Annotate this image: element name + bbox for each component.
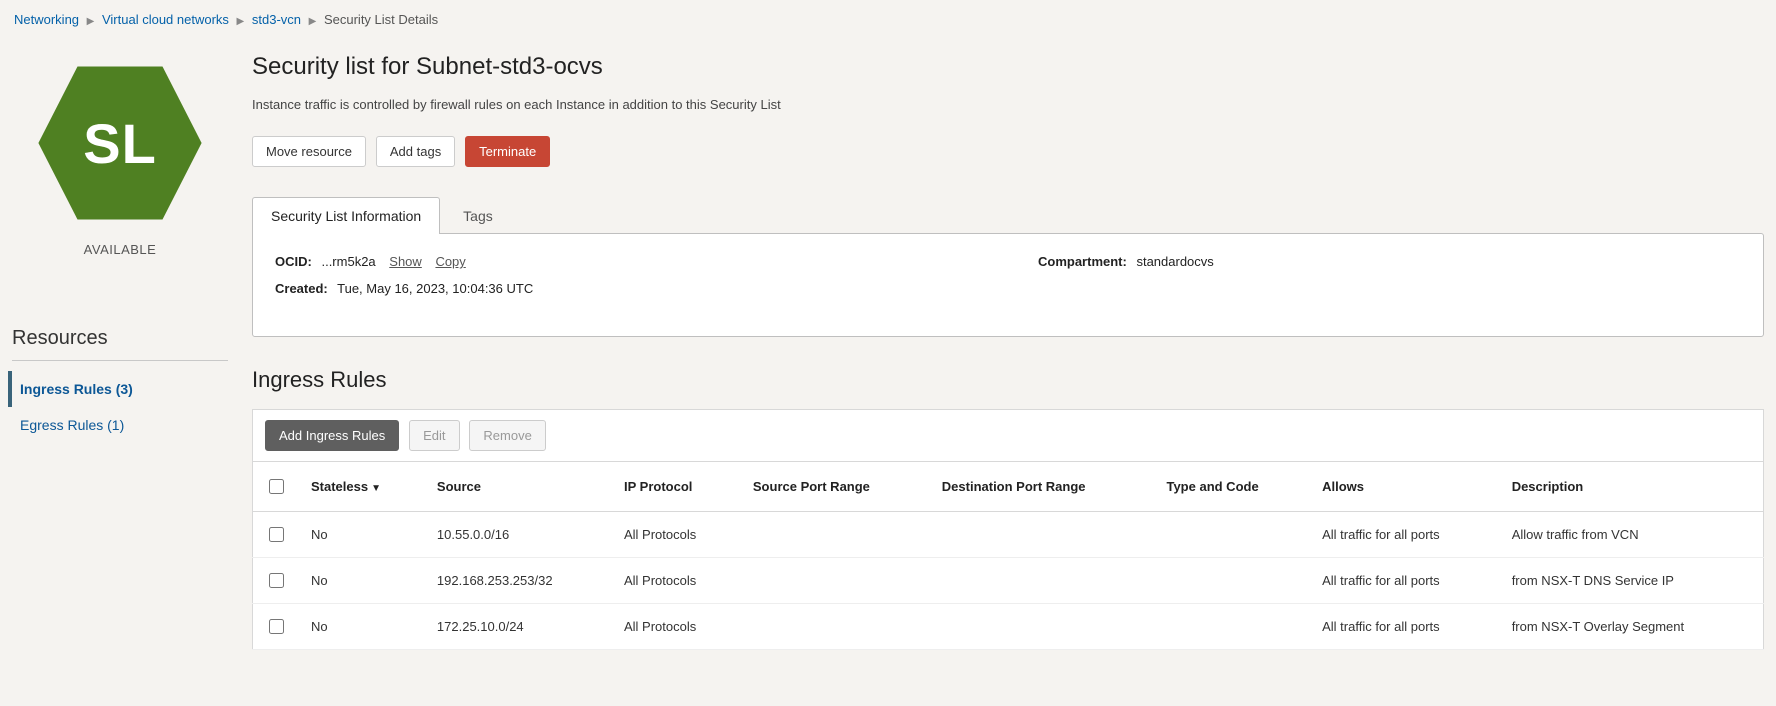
row-checkbox[interactable] [269,619,284,634]
ingress-rules-table: Stateless▼ Source IP Protocol Source Por… [252,461,1764,650]
cell-protocol: All Protocols [612,512,741,558]
cell-dst-port [930,558,1155,604]
row-checkbox[interactable] [269,573,284,588]
col-type-code[interactable]: Type and Code [1154,462,1310,512]
col-source[interactable]: Source [425,462,612,512]
cell-desc: from NSX-T Overlay Segment [1500,604,1764,650]
col-allows[interactable]: Allows [1310,462,1500,512]
table-row: No 172.25.10.0/24 All Protocols All traf… [253,604,1764,650]
ocid-value: ...rm5k2a [321,254,375,269]
sidebar-item-egress[interactable]: Egress Rules (1) [12,407,228,443]
tab-tags[interactable]: Tags [444,197,512,234]
breadcrumb: Networking ▶ Virtual cloud networks ▶ st… [0,0,1776,33]
cell-source: 10.55.0.0/16 [425,512,612,558]
compartment-value: standardocvs [1136,254,1213,269]
chevron-right-icon: ▶ [237,16,245,27]
created-label: Created: [275,281,328,296]
cell-desc: Allow traffic from VCN [1500,512,1764,558]
cell-type-code [1154,558,1310,604]
cell-allows: All traffic for all ports [1310,604,1500,650]
cell-allows: All traffic for all ports [1310,558,1500,604]
cell-src-port [741,604,930,650]
page-subtitle: Instance traffic is controlled by firewa… [252,97,1764,112]
rules-toolbar: Add Ingress Rules Edit Remove [252,409,1764,461]
cell-type-code [1154,604,1310,650]
cell-type-code [1154,512,1310,558]
breadcrumb-link[interactable]: std3-vcn [252,12,301,27]
breadcrumb-link[interactable]: Networking [14,12,79,27]
terminate-button[interactable]: Terminate [465,136,550,167]
col-stateless[interactable]: Stateless▼ [299,462,425,512]
col-src-port[interactable]: Source Port Range [741,462,930,512]
cell-desc: from NSX-T DNS Service IP [1500,558,1764,604]
chevron-right-icon: ▶ [309,16,317,27]
sidebar-item-ingress[interactable]: Ingress Rules (3) [8,371,228,407]
tab-security-list-info[interactable]: Security List Information [252,197,440,234]
cell-protocol: All Protocols [612,558,741,604]
cell-allows: All traffic for all ports [1310,512,1500,558]
info-panel: OCID: ...rm5k2a Show Copy Created: Tue, … [252,233,1764,337]
cell-src-port [741,558,930,604]
col-description[interactable]: Description [1500,462,1764,512]
edit-rule-button[interactable]: Edit [409,420,459,451]
row-checkbox[interactable] [269,527,284,542]
select-all-checkbox[interactable] [269,479,284,494]
cell-dst-port [930,512,1155,558]
resources-heading: Resources [12,327,228,350]
caret-down-icon: ▼ [371,483,381,494]
cell-source: 172.25.10.0/24 [425,604,612,650]
col-dst-port[interactable]: Destination Port Range [930,462,1155,512]
ocid-copy-link[interactable]: Copy [435,254,465,269]
table-row: No 192.168.253.253/32 All Protocols All … [253,558,1764,604]
remove-rule-button[interactable]: Remove [469,420,545,451]
ocid-show-link[interactable]: Show [389,254,422,269]
cell-stateless: No [299,512,425,558]
add-tags-button[interactable]: Add tags [376,136,455,167]
ocid-label: OCID: [275,254,312,269]
cell-src-port [741,512,930,558]
cell-stateless: No [299,558,425,604]
cell-stateless: No [299,604,425,650]
move-resource-button[interactable]: Move resource [252,136,366,167]
action-bar: Move resource Add tags Terminate [252,136,1764,167]
cell-dst-port [930,604,1155,650]
badge-letters: SL [83,111,157,176]
add-ingress-rules-button[interactable]: Add Ingress Rules [265,420,399,451]
created-value: Tue, May 16, 2023, 10:04:36 UTC [337,281,533,296]
resource-badge: SL AVAILABLE [12,58,228,257]
page-title: Security list for Subnet-std3-ocvs [252,53,1764,81]
cell-source: 192.168.253.253/32 [425,558,612,604]
compartment-label: Compartment: [1038,254,1127,269]
cell-protocol: All Protocols [612,604,741,650]
breadcrumb-current: Security List Details [324,12,438,27]
col-protocol[interactable]: IP Protocol [612,462,741,512]
breadcrumb-link[interactable]: Virtual cloud networks [102,12,229,27]
ingress-rules-heading: Ingress Rules [252,367,1764,393]
status-label: AVAILABLE [12,242,228,257]
table-row: No 10.55.0.0/16 All Protocols All traffi… [253,512,1764,558]
chevron-right-icon: ▶ [87,16,95,27]
